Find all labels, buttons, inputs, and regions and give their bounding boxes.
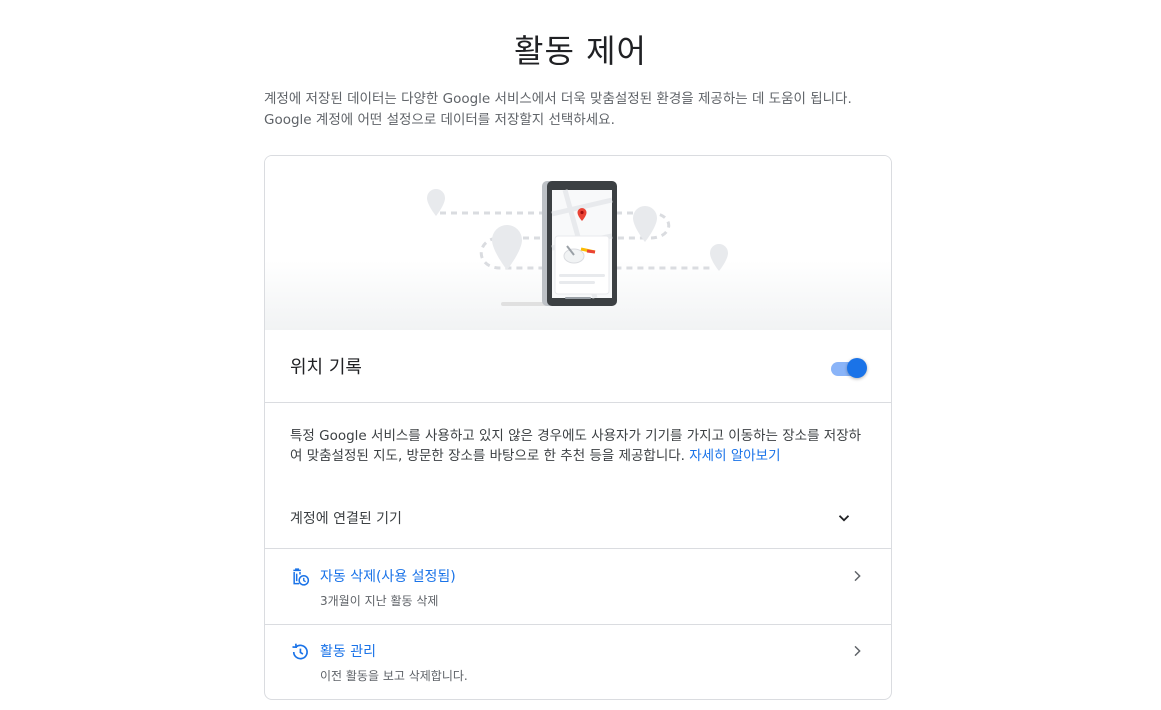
chevron-down-icon bbox=[838, 515, 850, 522]
location-history-row: 위치 기록 bbox=[265, 330, 891, 403]
manage-activity-subtitle: 이전 활동을 보고 삭제합니다. bbox=[320, 669, 468, 683]
intro-text: 계정에 저장된 데이터는 다양한 Google 서비스에서 더욱 맞춤설정된 환… bbox=[264, 91, 852, 128]
manage-activity-title: 활동 관리 bbox=[320, 644, 376, 660]
auto-delete-icon bbox=[293, 568, 310, 586]
location-history-toggle[interactable] bbox=[831, 356, 869, 380]
devices-label: 계정에 연결된 기기 bbox=[290, 511, 402, 527]
learn-more-link[interactable]: 자세히 알아보기 bbox=[689, 448, 780, 464]
toggle-knob bbox=[847, 358, 867, 378]
activity-card: 위치 기록 특정 Google 서비스를 사용하고 있지 않은 경우에도 사용자… bbox=[264, 155, 892, 700]
setting-title: 위치 기록 bbox=[290, 357, 362, 378]
chevron-right-icon bbox=[854, 570, 861, 582]
auto-delete-title: 자동 삭제(사용 설정됨) bbox=[320, 569, 456, 585]
auto-delete-row[interactable]: 자동 삭제(사용 설정됨) 3개월이 지난 활동 삭제 bbox=[265, 550, 891, 625]
linked-devices-dropdown[interactable]: 계정에 연결된 기기 bbox=[265, 501, 891, 549]
manage-activity-row[interactable]: 활동 관리 이전 활동을 보고 삭제합니다. bbox=[265, 625, 891, 699]
location-illustration bbox=[265, 156, 891, 330]
chevron-right-icon bbox=[854, 645, 861, 657]
auto-delete-subtitle: 3개월이 지난 활동 삭제 bbox=[320, 594, 439, 608]
page-title: 활동 제어 bbox=[514, 32, 647, 70]
setting-description: 특정 Google 서비스를 사용하고 있지 않은 경우에도 사용자가 기기를 … bbox=[290, 426, 870, 466]
history-icon bbox=[292, 643, 308, 660]
